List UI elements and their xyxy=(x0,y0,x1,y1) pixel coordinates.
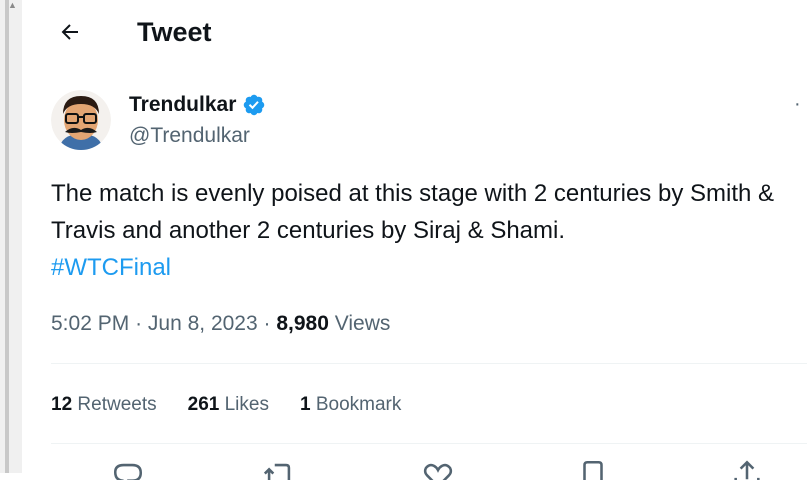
hashtag-link[interactable]: #WTCFinal xyxy=(51,249,791,286)
page-header: Tweet xyxy=(22,0,807,64)
avatar[interactable] xyxy=(51,90,111,150)
tweet-action-bar xyxy=(0,458,807,480)
scroll-up-arrow-icon[interactable]: ▲ xyxy=(8,0,17,10)
tweet-meta: 5:02 PM · Jun 8, 2023 · 8,980 Views xyxy=(51,309,390,339)
tweet-body: The match is evenly poised at this stage… xyxy=(51,175,791,286)
retweets-count: 12 xyxy=(51,394,73,415)
reply-icon xyxy=(113,463,143,480)
arrow-left-icon xyxy=(61,24,78,40)
divider xyxy=(51,363,807,364)
views-count: 8,980 xyxy=(276,312,329,335)
tweet-time[interactable]: 5:02 PM xyxy=(51,312,129,335)
likes-stat[interactable]: 261 Likes xyxy=(188,391,269,419)
like-icon xyxy=(423,463,453,480)
views-label: Views xyxy=(334,312,391,335)
bookmark-button[interactable] xyxy=(576,458,610,480)
author-name-row[interactable]: Trendulkar xyxy=(129,91,266,119)
bookmarks-stat[interactable]: 1 Bookmark xyxy=(300,391,401,419)
more-options-button[interactable]: · xyxy=(794,92,807,116)
share-button[interactable] xyxy=(730,458,764,480)
retweet-button[interactable] xyxy=(262,458,296,480)
reply-button[interactable] xyxy=(111,458,145,480)
bookmarks-count: 1 xyxy=(299,394,311,415)
bookmarks-label: Bookmark xyxy=(315,394,402,415)
likes-label: Likes xyxy=(224,394,269,415)
tweet-date[interactable]: Jun 8, 2023 xyxy=(148,312,258,335)
retweet-icon xyxy=(263,463,291,480)
like-button[interactable] xyxy=(421,458,455,480)
tweet-text: The match is evenly poised at this stage… xyxy=(51,180,775,244)
page-scrollbar[interactable]: ▲ xyxy=(0,0,22,473)
divider xyxy=(51,443,807,444)
retweets-label: Retweets xyxy=(77,394,157,415)
author-handle[interactable]: @Trendulkar xyxy=(129,122,250,150)
verified-badge-icon xyxy=(244,94,265,116)
retweets-stat[interactable]: 12 Retweets xyxy=(51,391,157,419)
bookmark-icon xyxy=(583,460,603,480)
page-title: Tweet xyxy=(137,17,212,47)
meta-separator: · xyxy=(135,312,143,335)
back-button[interactable] xyxy=(52,14,88,50)
author-name[interactable]: Trendulkar xyxy=(129,91,236,119)
share-icon xyxy=(734,460,760,480)
meta-separator: · xyxy=(263,312,271,335)
engagement-stats: 12 Retweets 261 Likes 1 Bookmark xyxy=(51,391,432,419)
likes-count: 261 xyxy=(187,394,220,415)
scrollbar-track[interactable] xyxy=(5,0,9,473)
